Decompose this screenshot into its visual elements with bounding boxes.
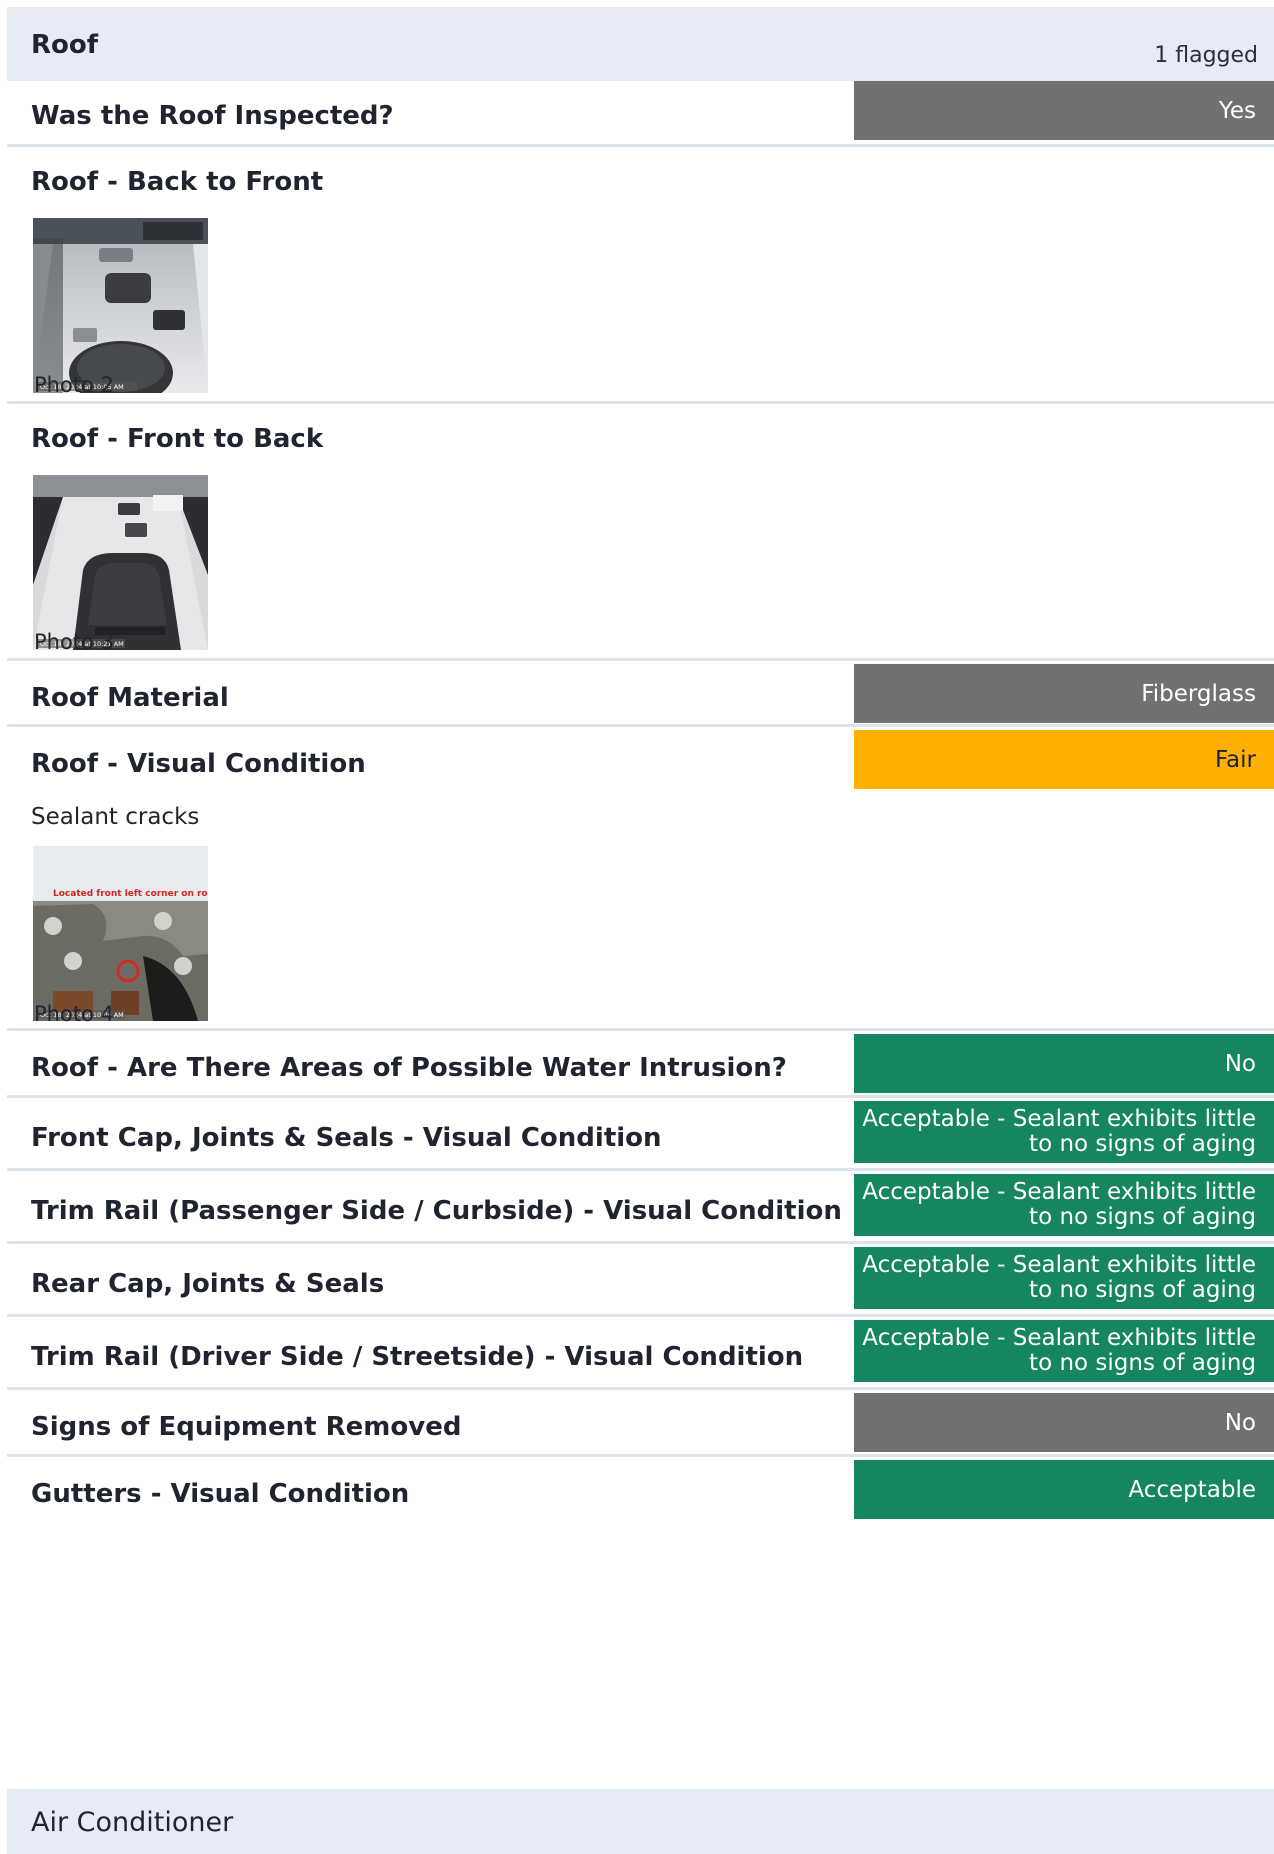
answer-badge: Acceptable - Sealant exhibits little to …	[854, 1101, 1274, 1163]
section-title: Air Conditioner	[31, 1807, 234, 1838]
answer-text: Yes	[1218, 97, 1256, 124]
section-header[interactable]: Roof 1 flagged	[7, 7, 1274, 81]
row-label: Roof Material	[31, 683, 229, 713]
row-label: Front Cap, Joints & Seals - Visual Condi…	[31, 1123, 662, 1153]
inspection-row: Was the Roof Inspected? Yes	[7, 81, 1274, 147]
inspection-row: Trim Rail (Passenger Side / Curbside) - …	[7, 1171, 1274, 1244]
inspection-row: Signs of Equipment Removed No	[7, 1390, 1274, 1457]
answer-badge: Acceptable - Sealant exhibits little to …	[854, 1320, 1274, 1382]
inspection-row: Roof - Visual Condition Fair Sealant cra…	[7, 727, 1274, 1031]
answer-text: Acceptable - Sealant exhibits little	[862, 1179, 1256, 1205]
inspection-row: Roof - Front to Back Oct 18, 2024 at 10:…	[7, 404, 1274, 661]
inspection-row: Trim Rail (Driver Side / Streetside) - V…	[7, 1317, 1274, 1390]
row-label: Roof - Back to Front	[31, 167, 324, 197]
inspection-section-roof: Roof 1 flagged Was the Roof Inspected? Y…	[7, 7, 1274, 1523]
answer-badge: Acceptable - Sealant exhibits little to …	[854, 1174, 1274, 1236]
answer-text: to no signs of aging	[1029, 1131, 1256, 1157]
section-header-air-conditioner[interactable]: Air Conditioner	[7, 1789, 1274, 1854]
answer-badge: No	[854, 1393, 1274, 1452]
photo-thumbnail[interactable]: Oct 18, 2024 at 10:05 AM	[33, 218, 208, 393]
row-label: Roof - Front to Back	[31, 424, 324, 454]
inspection-row: Front Cap, Joints & Seals - Visual Condi…	[7, 1098, 1274, 1171]
answer-text: Fair	[1214, 746, 1256, 773]
answer-badge: Fiberglass	[854, 664, 1274, 723]
row-label: Roof - Are There Areas of Possible Water…	[31, 1053, 787, 1083]
row-label: Roof - Visual Condition	[31, 749, 366, 779]
photo-caption: Photo 2	[34, 373, 114, 397]
answer-text: Acceptable	[1128, 1476, 1256, 1503]
inspection-row: Rear Cap, Joints & Seals Acceptable - Se…	[7, 1244, 1274, 1317]
flagged-count: 1 flagged	[1154, 43, 1258, 68]
answer-text: Acceptable - Sealant exhibits little	[862, 1252, 1256, 1278]
answer-text: Fiberglass	[1141, 680, 1256, 707]
answer-badge: Acceptable	[854, 1460, 1274, 1519]
photo-image: Located front left corner on ro Oct 18, …	[33, 846, 208, 1021]
photo-image: Oct 18, 2024 at 10:21 AM	[33, 475, 208, 650]
inspection-row: Roof - Back to Front Oct 18, 2024 at 10:…	[7, 147, 1274, 404]
row-label: Signs of Equipment Removed	[31, 1412, 462, 1442]
photo-thumbnail[interactable]: Located front left corner on ro Oct 18, …	[33, 846, 208, 1021]
answer-text: to no signs of aging	[1029, 1350, 1256, 1376]
photo-caption: Photo 4	[34, 1002, 114, 1026]
inspection-row: Roof Material Fiberglass	[7, 661, 1274, 727]
row-label: Gutters - Visual Condition	[31, 1479, 410, 1509]
inspection-row: Gutters - Visual Condition Acceptable	[7, 1457, 1274, 1523]
row-label: Trim Rail (Driver Side / Streetside) - V…	[31, 1342, 804, 1372]
row-label: Trim Rail (Passenger Side / Curbside) - …	[31, 1196, 842, 1226]
answer-badge: No	[854, 1034, 1274, 1093]
answer-text: Acceptable - Sealant exhibits little	[862, 1325, 1256, 1351]
answer-text: to no signs of aging	[1029, 1277, 1256, 1303]
inspector-note: Sealant cracks	[31, 804, 200, 830]
photo-annotation: Located front left corner on ro	[53, 889, 208, 899]
answer-badge: Fair	[854, 730, 1274, 789]
photo-caption: Photo 3	[34, 630, 114, 654]
photo-thumbnail[interactable]: Oct 18, 2024 at 10:21 AM	[33, 475, 208, 650]
answer-text: No	[1224, 1050, 1256, 1077]
answer-badge: Acceptable - Sealant exhibits little to …	[854, 1247, 1274, 1309]
answer-text: to no signs of aging	[1029, 1204, 1256, 1230]
row-label: Was the Roof Inspected?	[31, 101, 394, 131]
answer-badge: Yes	[854, 81, 1274, 140]
row-label: Rear Cap, Joints & Seals	[31, 1269, 385, 1299]
answer-text: No	[1224, 1409, 1256, 1436]
section-title: Roof	[31, 30, 99, 60]
answer-text: Acceptable - Sealant exhibits little	[862, 1106, 1256, 1132]
inspection-row: Roof - Are There Areas of Possible Water…	[7, 1031, 1274, 1098]
photo-image: Oct 18, 2024 at 10:05 AM	[33, 218, 208, 393]
